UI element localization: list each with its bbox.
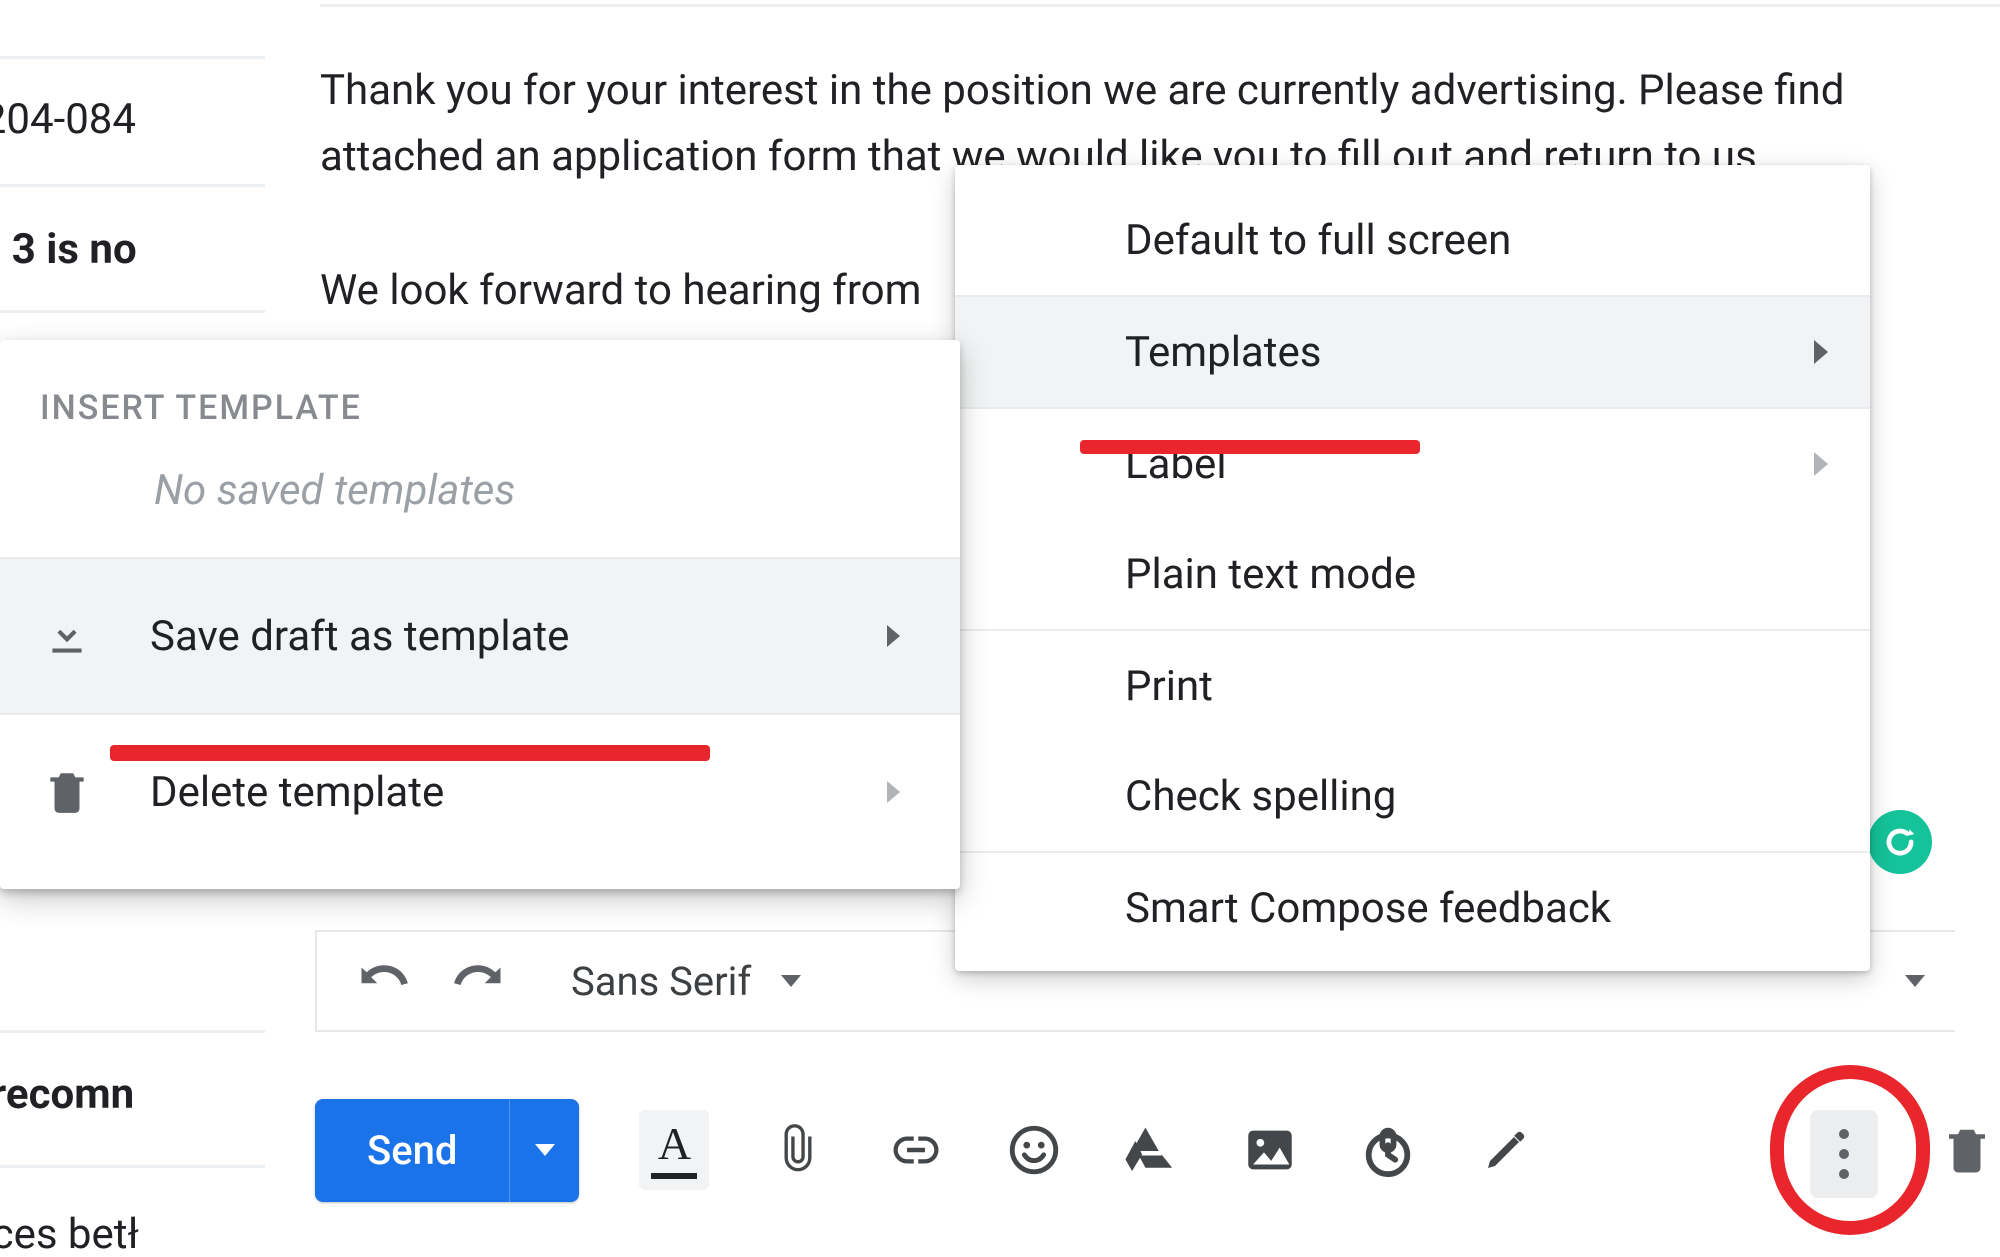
redo-button[interactable] <box>451 954 505 1008</box>
inbox-row-snippet-3: e to recomn <box>0 1070 134 1119</box>
chevron-right-icon <box>887 625 900 647</box>
menu-default-full-screen[interactable]: Default to full screen <box>955 185 1870 295</box>
annotation-underline <box>110 745 710 761</box>
insert-photo-button[interactable] <box>1241 1121 1299 1179</box>
menu-item-label: Default to full screen <box>1125 216 1511 265</box>
annotation-underline <box>1080 440 1420 454</box>
grammarly-icon[interactable] <box>1868 810 1932 874</box>
compose-action-row: Send A <box>315 1090 2000 1210</box>
compose-divider <box>320 4 2000 7</box>
menu-print[interactable]: Print <box>955 631 1870 741</box>
text-format-icon: A <box>658 1121 691 1167</box>
toolbar-overflow-icon[interactable] <box>1905 975 1925 987</box>
send-button-label: Send <box>315 1099 509 1202</box>
download-icon <box>42 611 92 661</box>
menu-smart-compose-feedback[interactable]: Smart Compose feedback <box>955 853 1870 963</box>
more-options-menu: Default to full screen Templates Label P… <box>955 165 1870 971</box>
templates-submenu: INSERT TEMPLATE No saved templates Save … <box>0 340 960 889</box>
insert-template-header: INSERT TEMPLATE <box>0 372 960 460</box>
delete-template[interactable]: Delete template <box>0 715 960 869</box>
menu-item-label: Plain text mode <box>1125 550 1416 599</box>
menu-label[interactable]: Label <box>955 409 1870 519</box>
insert-emoji-button[interactable] <box>1005 1121 1063 1179</box>
menu-item-label: Print <box>1125 662 1213 711</box>
attach-file-button[interactable] <box>769 1121 827 1179</box>
inbox-row-snippet-1: er #204-084 <box>0 95 136 144</box>
save-draft-as-template[interactable]: Save draft as template <box>0 559 960 713</box>
trash-icon <box>42 767 92 817</box>
chevron-right-icon <box>1814 452 1828 476</box>
menu-item-label: Templates <box>1125 328 1321 377</box>
send-options-dropdown[interactable] <box>509 1099 579 1202</box>
menu-check-spelling[interactable]: Check spelling <box>955 741 1870 851</box>
chevron-right-icon <box>887 781 900 803</box>
menu-item-label: Delete template <box>150 768 444 817</box>
menu-plain-text-mode[interactable]: Plain text mode <box>955 519 1870 629</box>
undo-button[interactable] <box>357 954 411 1008</box>
menu-item-label: Save draft as template <box>150 612 569 661</box>
insert-drive-file-button[interactable] <box>1123 1121 1181 1179</box>
menu-templates[interactable]: Templates <box>955 297 1870 407</box>
chevron-down-icon <box>535 1144 555 1156</box>
chevron-right-icon <box>1814 340 1828 364</box>
more-options-button[interactable] <box>1810 1110 1878 1198</box>
more-vertical-icon <box>1839 1129 1849 1179</box>
insert-signature-button[interactable] <box>1477 1121 1535 1179</box>
font-family-dropdown[interactable]: Sans Serif <box>571 958 801 1005</box>
insert-link-button[interactable] <box>887 1121 945 1179</box>
confidential-mode-button[interactable] <box>1359 1121 1417 1179</box>
inbox-row-snippet-4: erences betł <box>0 1210 139 1257</box>
inbox-row-snippet-2: ason 3 is no <box>0 225 137 274</box>
chevron-down-icon <box>781 975 801 987</box>
send-button[interactable]: Send <box>315 1099 579 1202</box>
no-saved-templates-text: No saved templates <box>0 460 960 557</box>
menu-item-label: Check spelling <box>1125 772 1396 821</box>
formatting-options-button[interactable]: A <box>639 1110 709 1190</box>
menu-item-label: Smart Compose feedback <box>1125 884 1611 933</box>
font-family-label: Sans Serif <box>571 958 751 1005</box>
